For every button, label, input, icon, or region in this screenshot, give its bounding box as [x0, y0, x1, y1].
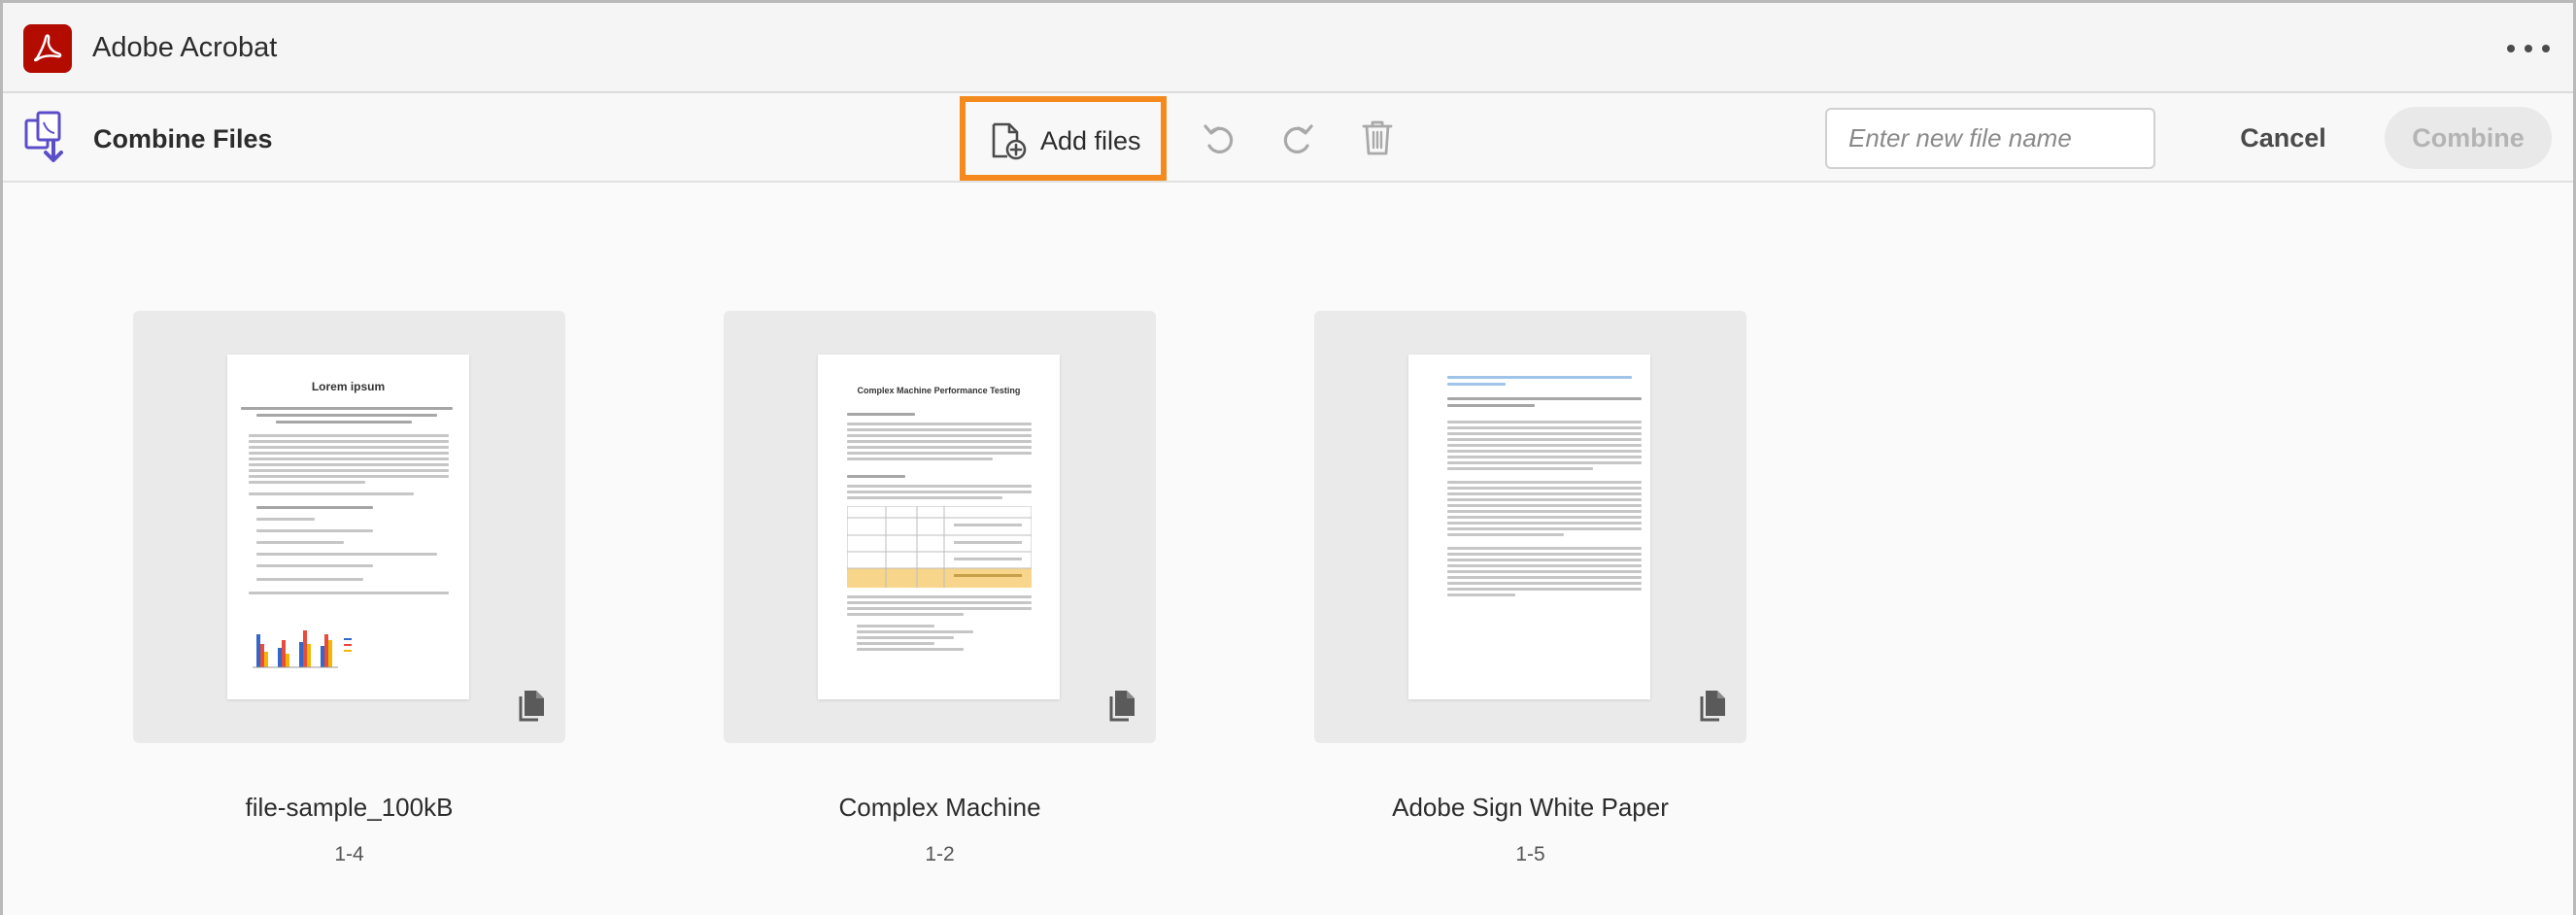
add-files-button[interactable]: Add files — [960, 96, 1167, 181]
delete-button[interactable] — [1356, 117, 1399, 159]
acrobat-window: Adobe Acrobat Combine Files Add files En… — [0, 0, 2576, 915]
preview-title: Lorem ipsum — [311, 380, 386, 393]
acrobat-logo-icon — [23, 24, 72, 73]
app-title: Adobe Acrobat — [92, 32, 278, 63]
undo-button[interactable] — [1198, 117, 1240, 159]
trash-icon — [1362, 120, 1393, 155]
file-name: file-sample_100kB — [245, 793, 454, 822]
more-options-button[interactable] — [2507, 32, 2550, 65]
file-card[interactable]: Lorem ipsum file-sample_100kB 1-4 — [133, 311, 565, 865]
page-preview — [1408, 355, 1650, 699]
file-thumbnail[interactable]: Lorem ipsum — [133, 311, 565, 743]
add-file-icon — [990, 121, 1027, 160]
combine-toolbar: Combine Files Add files Enter new file n… — [3, 93, 2573, 183]
page-stack-icon[interactable] — [1107, 689, 1136, 722]
tool-title: Combine Files — [93, 124, 273, 153]
preview-title: Complex Machine Performance Testing — [857, 386, 1021, 395]
page-preview: Lorem ipsum — [227, 355, 469, 699]
title-bar: Adobe Acrobat — [3, 3, 2573, 93]
more-icon — [2507, 45, 2515, 52]
page-stack-icon[interactable] — [1698, 689, 1727, 722]
file-page-range: 1-2 — [925, 843, 955, 865]
file-page-range: 1-4 — [334, 843, 364, 865]
cancel-button[interactable]: Cancel — [2208, 109, 2358, 167]
combine-button[interactable]: Combine — [2385, 107, 2552, 169]
undo-icon — [1203, 124, 1234, 153]
file-list-area: Lorem ipsum file-sample_100kB 1-4 Comple… — [3, 185, 2573, 915]
file-card[interactable]: Adobe Sign White Paper 1-5 — [1314, 311, 1746, 865]
file-name: Adobe Sign White Paper — [1392, 793, 1669, 822]
page-preview: Complex Machine Performance Testing — [818, 355, 1060, 699]
add-files-label: Add files — [1040, 126, 1141, 155]
file-card[interactable]: Complex Machine Performance Testing Comp… — [724, 311, 1156, 865]
file-name: Complex Machine — [838, 793, 1041, 822]
new-file-name-input[interactable] — [1825, 108, 2155, 169]
file-page-range: 1-5 — [1515, 843, 1545, 865]
redo-icon — [1283, 124, 1313, 153]
page-stack-icon[interactable] — [517, 689, 546, 722]
file-thumbnail[interactable] — [1314, 311, 1746, 743]
combine-files-icon — [24, 111, 75, 165]
redo-button[interactable] — [1276, 117, 1319, 159]
file-thumbnail[interactable]: Complex Machine Performance Testing — [724, 311, 1156, 743]
